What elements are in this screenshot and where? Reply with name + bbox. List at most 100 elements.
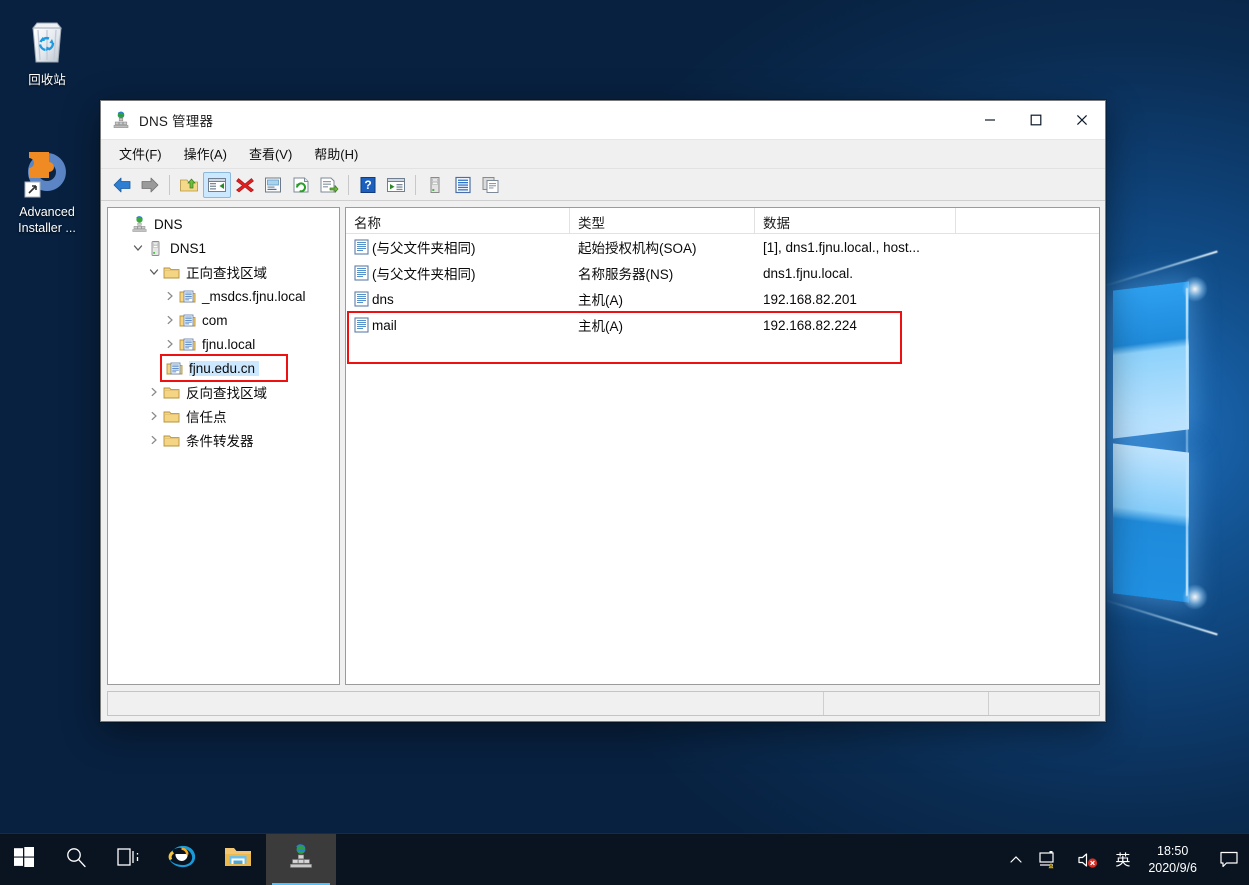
tree-item-reverse-lookup-zones[interactable]: 反向查找区域 (108, 380, 339, 404)
refresh-button[interactable] (287, 172, 315, 198)
run-button[interactable] (382, 172, 410, 198)
dns-manager-taskbar-button[interactable] (266, 833, 336, 885)
console-tree[interactable]: DNS DNS1 正向查找区域 _msdcs.fjnu.local com fj… (107, 207, 340, 685)
zone-icon (179, 312, 196, 329)
show-hidden-icons-button[interactable] (1001, 834, 1031, 885)
chevron-down-icon[interactable] (146, 264, 162, 280)
close-button[interactable] (1059, 101, 1105, 140)
menu-item-help[interactable]: 帮助(H) (304, 140, 368, 168)
menu-bar[interactable]: 文件(F) 操作(A) 查看(V) 帮助(H) (101, 140, 1105, 169)
status-bar (107, 691, 1100, 716)
desktop-icon-label: 回收站 (28, 73, 66, 87)
search-button[interactable] (48, 834, 104, 885)
new-zone-button[interactable] (449, 172, 477, 198)
internet-explorer-button[interactable] (154, 834, 210, 885)
task-view-button[interactable] (104, 834, 154, 885)
delete-button[interactable] (231, 172, 259, 198)
record-type: 名称服务器(NS) (578, 267, 674, 282)
record-data: 192.168.82.224 (763, 317, 857, 333)
toolbar-separator-3 (415, 174, 416, 195)
maximize-button[interactable] (1013, 101, 1059, 140)
column-header-data[interactable]: 数据 (755, 208, 956, 233)
chevron-right-icon[interactable] (162, 288, 178, 304)
tree-item-zone-com[interactable]: com (108, 308, 339, 332)
forward-button[interactable] (136, 172, 164, 198)
recycle-bin-icon (0, 14, 94, 66)
dns-server-icon (112, 111, 130, 129)
chevron-right-icon[interactable] (146, 432, 162, 448)
zone-icon (179, 336, 196, 353)
system-tray[interactable]: 英 18:50 2020/9/6 (1001, 834, 1249, 885)
volume-muted-icon[interactable] (1069, 834, 1107, 885)
menu-item-file[interactable]: 文件(F) (109, 140, 172, 168)
tree-item-dns-root[interactable]: DNS (108, 212, 339, 236)
ime-indicator[interactable]: 英 (1107, 834, 1138, 885)
record-type: 主机(A) (578, 319, 623, 334)
column-header-name[interactable]: 名称 (346, 208, 570, 233)
new-server-button[interactable] (421, 172, 449, 198)
chevron-down-icon[interactable] (130, 240, 146, 256)
window-titlebar[interactable]: DNS 管理器 (101, 101, 1105, 140)
task-view-icon (117, 847, 141, 872)
desktop-icon-recycle-bin[interactable]: 回收站 (0, 14, 94, 88)
dns-root-icon (131, 215, 148, 233)
table-row[interactable]: (与父文件夹相同) 起始授权机构(SOA) [1], dns1.fjnu.loc… (346, 234, 1099, 260)
tree-item-label: fjnu.local (202, 336, 256, 352)
tree-item-conditional-forwarders[interactable]: 条件转发器 (108, 428, 339, 452)
folder-icon (224, 845, 252, 874)
list-column-headers[interactable]: 名称 类型 数据 (346, 208, 1099, 234)
table-row[interactable]: mail 主机(A) 192.168.82.224 (346, 312, 1099, 338)
export-list-button[interactable] (315, 172, 343, 198)
record-name: (与父文件夹相同) (372, 267, 476, 282)
taskbar[interactable]: 英 18:50 2020/9/6 (0, 833, 1249, 885)
tree-item-dns1-server[interactable]: DNS1 (108, 236, 339, 260)
tree-item-trust-points[interactable]: 信任点 (108, 404, 339, 428)
wallpaper-logo-pane-top (1113, 281, 1189, 439)
tree-item-forward-lookup-zones[interactable]: 正向查找区域 (108, 260, 339, 284)
window-content: DNS DNS1 正向查找区域 _msdcs.fjnu.local com fj… (101, 201, 1105, 685)
folder-icon (163, 408, 180, 425)
clock[interactable]: 18:50 2020/9/6 (1138, 834, 1209, 885)
tree-item-label: 反向查找区域 (186, 386, 267, 401)
tree-item-label: 信任点 (186, 410, 227, 425)
desktop-icon-advanced-installer[interactable]: Advanced Installer ... (0, 146, 94, 236)
tree-item-zone-fjnu-edu-cn[interactable]: fjnu.edu.cn (160, 354, 288, 382)
tree-item-zone-msdcs-fjnu-local[interactable]: _msdcs.fjnu.local (108, 284, 339, 308)
dns-manager-window[interactable]: DNS 管理器 文件(F) 操作(A) 查看(V) 帮助(H) ? DNS DN… (100, 100, 1106, 722)
column-header-type[interactable]: 类型 (570, 208, 755, 233)
window-title: DNS 管理器 (139, 114, 214, 129)
chevron-right-icon[interactable] (162, 336, 178, 352)
table-row[interactable]: dns 主机(A) 192.168.82.201 (346, 286, 1099, 312)
file-explorer-button[interactable] (210, 834, 266, 885)
help-button[interactable]: ? (354, 172, 382, 198)
minimize-button[interactable] (967, 101, 1013, 140)
status-pane-3 (989, 692, 1099, 715)
back-button[interactable] (108, 172, 136, 198)
start-button[interactable] (0, 834, 48, 885)
copy-button[interactable] (477, 172, 505, 198)
records-list-view[interactable]: 名称 类型 数据 (与父文件夹相同) 起始授权机构(SOA) [1], dns1… (345, 207, 1100, 685)
up-one-level-button[interactable] (175, 172, 203, 198)
menu-item-view[interactable]: 查看(V) (239, 140, 302, 168)
folder-icon (163, 264, 180, 281)
chevron-right-icon[interactable] (162, 312, 178, 328)
tree-item-zone-fjnu-local[interactable]: fjnu.local (108, 332, 339, 356)
properties-button[interactable] (259, 172, 287, 198)
chevron-right-icon[interactable] (146, 408, 162, 424)
show-hide-console-tree-button[interactable] (203, 171, 231, 198)
folder-icon (163, 384, 180, 401)
chevron-right-icon[interactable] (146, 384, 162, 400)
desktop[interactable]: 回收站 Advanced Installer ... DNS 管理器 文件(F)… (0, 0, 1249, 885)
menu-item-action[interactable]: 操作(A) (174, 140, 237, 168)
tree-item-label: fjnu.edu.cn (189, 360, 256, 376)
column-header-blank[interactable] (956, 208, 1099, 233)
svg-text:?: ? (364, 178, 371, 192)
table-row[interactable]: (与父文件夹相同) 名称服务器(NS) dns1.fjnu.local. (346, 260, 1099, 286)
window-controls (967, 101, 1105, 140)
wallpaper-logo-edge (1186, 288, 1188, 596)
record-name-cell: (与父文件夹相同) (346, 263, 570, 283)
action-center-button[interactable] (1209, 834, 1249, 885)
network-status-icon[interactable] (1031, 834, 1069, 885)
toolbar[interactable]: ? (101, 169, 1105, 201)
list-rows[interactable]: (与父文件夹相同) 起始授权机构(SOA) [1], dns1.fjnu.loc… (346, 234, 1099, 684)
